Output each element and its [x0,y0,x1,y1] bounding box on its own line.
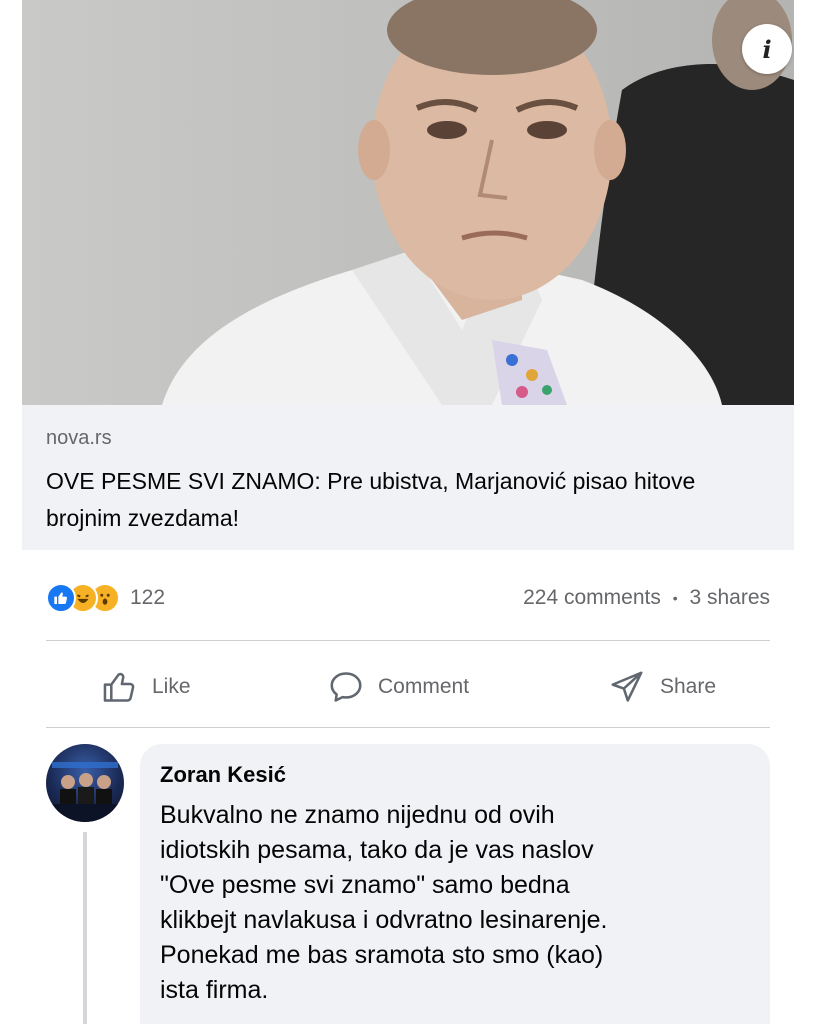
avatar[interactable] [46,744,124,822]
divider-bottom [46,727,770,728]
divider-top [46,640,770,641]
like-reaction-icon [46,583,76,613]
like-label: Like [152,675,191,698]
avatar-image [46,762,124,822]
link-preview-info[interactable]: nova.rs OVE PESME SVI ZNAMO: Pre ubistva… [22,405,794,550]
comment-text: Bukvalno ne znamo nijednu od ovih idiots… [160,801,608,1004]
share-button[interactable]: Share [606,663,716,711]
preview-photo [162,0,794,405]
like-button[interactable]: Like [100,663,191,711]
link-title[interactable]: OVE PESME SVI ZNAMO: Pre ubistva, Marjan… [46,463,776,537]
facebook-post: i nova.rs OVE PESME SVI ZNAMO: Pre ubist… [0,0,830,1024]
engagement-separator: • [672,590,678,607]
share-label: Share [660,675,717,698]
reactions-summary[interactable]: 122 [46,582,165,614]
comment-bubble[interactable]: Zoran Kesić Bukvalno ne znamo nijednu od… [140,744,770,1024]
comment-icon [330,672,362,702]
share-icon [611,671,643,702]
comment-button[interactable]: Comment [326,663,469,711]
thread-line [83,832,87,1024]
comments-count[interactable]: 224 comments [523,586,661,609]
thumbs-up-icon [103,672,135,702]
engagement-stats: 224 comments • 3 shares [523,586,770,610]
link-domain: nova.rs [46,427,112,449]
comment-author[interactable]: Zoran Kesić [160,762,286,788]
shares-count[interactable]: 3 shares [689,586,770,609]
link-preview-image[interactable]: i [22,0,794,405]
comment-label: Comment [378,675,470,698]
reaction-count: 122 [130,586,166,609]
info-icon[interactable]: i [742,24,792,74]
